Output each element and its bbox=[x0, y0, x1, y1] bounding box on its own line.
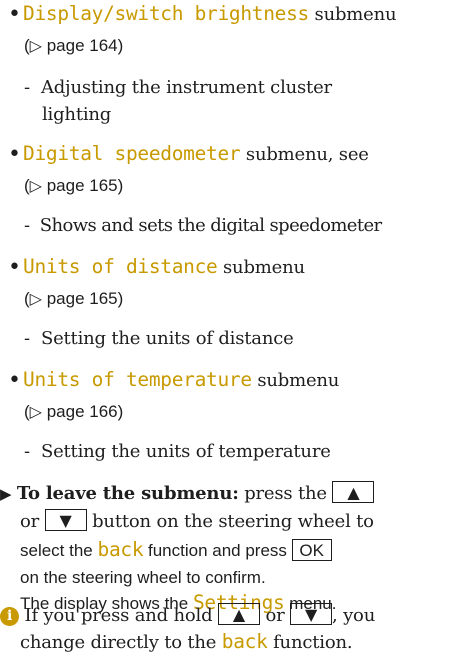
page-arrow-icon: ▷ bbox=[29, 402, 42, 421]
instruction-line-3: select the back function and press OK bbox=[20, 538, 332, 563]
up-arrow-button-icon: ▲ bbox=[217, 603, 260, 625]
instruction-lead: To leave the submenu: bbox=[16, 483, 239, 504]
down-arrow-button-icon: ▼ bbox=[44, 509, 87, 531]
page-arrow-icon: ▷ bbox=[29, 176, 42, 195]
list-item: • Digital speedometer submenu, see bbox=[8, 142, 369, 167]
up-arrow-button-icon: ▲ bbox=[332, 481, 375, 503]
submenu-suffix: submenu bbox=[314, 4, 397, 25]
submenu-title: Units of temperature bbox=[23, 368, 252, 391]
ok-button-icon: OK bbox=[291, 538, 332, 561]
list-item: • Units of temperature submenu bbox=[8, 368, 339, 393]
submenu-title: Units of distance bbox=[23, 255, 218, 278]
submenu-suffix: submenu, see bbox=[245, 144, 369, 165]
note-line-2: change directly to the back function. bbox=[20, 630, 353, 653]
list-item: • Units of distance submenu bbox=[8, 255, 305, 280]
submenu-title: Digital speedometer bbox=[23, 142, 241, 165]
bullet-icon: • bbox=[8, 142, 21, 167]
list-item: • Display/switch brightness submenu bbox=[8, 2, 397, 27]
instruction-line-2: or ▼ button on the steering wheel to bbox=[20, 509, 374, 532]
sub-item: - Setting the units of temperature bbox=[24, 441, 331, 462]
back-function-label: back bbox=[221, 630, 268, 653]
dash: - bbox=[24, 328, 30, 349]
instruction-line-4: on the steering wheel to confirm. bbox=[20, 568, 266, 587]
page-reference: (▷ page 166) bbox=[24, 402, 124, 421]
bullet-icon: • bbox=[8, 2, 21, 27]
back-function-label: back bbox=[97, 538, 144, 561]
sub-item: - Shows and sets the digital speedometer bbox=[24, 215, 382, 236]
manual-page: • Display/switch brightness submenu (▷ pa… bbox=[0, 0, 462, 653]
sub-item: - Adjusting the instrument cluster bbox=[24, 77, 332, 98]
bullet-icon: • bbox=[8, 368, 21, 393]
dash: - bbox=[24, 215, 30, 236]
note-line-1: i If you press and hold ▲ or ▼, you bbox=[0, 603, 375, 628]
instruction-line-1: ▶ To leave the submenu: press the ▲ bbox=[0, 481, 375, 506]
submenu-suffix: submenu bbox=[223, 257, 305, 278]
info-icon: i bbox=[0, 607, 19, 626]
submenu-suffix: submenu bbox=[257, 370, 340, 391]
down-arrow-button-icon: ▼ bbox=[290, 603, 333, 625]
sub-item-continued: lighting bbox=[42, 104, 112, 125]
dash: - bbox=[24, 77, 30, 98]
page-arrow-icon: ▷ bbox=[29, 36, 42, 55]
page-reference: (▷ page 164) bbox=[24, 36, 124, 55]
dash: - bbox=[24, 441, 30, 462]
bullet-icon: • bbox=[8, 255, 21, 280]
page-arrow-icon: ▷ bbox=[29, 289, 42, 308]
page-reference: (▷ page 165) bbox=[24, 289, 124, 308]
step-arrow-icon: ▶ bbox=[0, 485, 12, 503]
submenu-title: Display/switch brightness bbox=[23, 2, 310, 25]
page-reference: (▷ page 165) bbox=[24, 176, 124, 195]
sub-item: - Setting the units of distance bbox=[24, 328, 294, 349]
